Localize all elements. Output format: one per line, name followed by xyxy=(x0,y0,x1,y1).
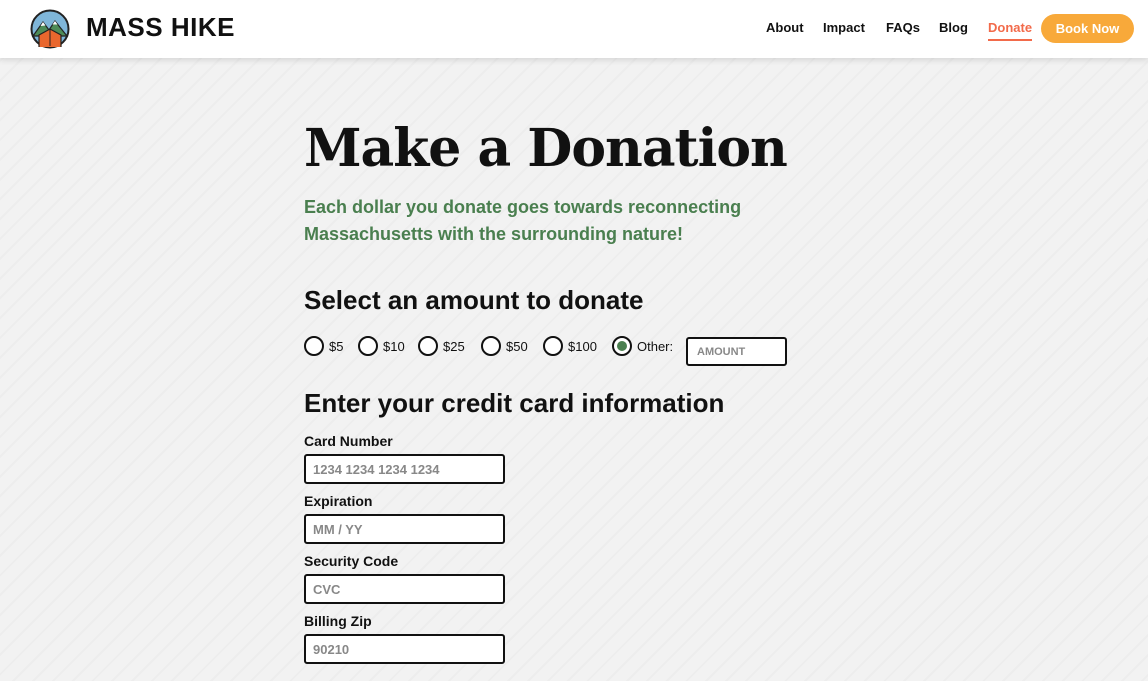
page-title: Make a Donation xyxy=(304,118,788,179)
radio-label: $100 xyxy=(568,338,597,354)
radio-button[interactable] xyxy=(358,336,378,356)
radio-label: Other: xyxy=(637,338,674,354)
security-code-input[interactable] xyxy=(304,574,505,604)
nav-impact[interactable]: Impact xyxy=(823,20,865,35)
radio-button-selected[interactable] xyxy=(612,336,632,356)
other-amount-input[interactable] xyxy=(686,337,787,366)
radio-button[interactable] xyxy=(481,336,501,356)
book-now-button[interactable]: Book Now xyxy=(1041,14,1134,43)
page-subtitle: Each dollar you donate goes towards reco… xyxy=(304,197,742,244)
billing-zip-input[interactable] xyxy=(304,634,505,664)
card-number-input[interactable] xyxy=(304,454,505,484)
radio-button[interactable] xyxy=(543,336,563,356)
security-code-label: Security Code xyxy=(304,553,399,569)
radio-label: $25 xyxy=(443,338,465,354)
nav-about[interactable]: About xyxy=(766,20,804,35)
card-number-label: Card Number xyxy=(304,433,393,449)
radio-selected-dot xyxy=(617,341,627,351)
radio-label: $10 xyxy=(383,338,405,354)
nav-donate[interactable]: Donate xyxy=(988,20,1033,41)
expiration-label: Expiration xyxy=(304,493,373,509)
brand-name[interactable]: MASS HIKE xyxy=(86,12,235,43)
radio-label: $5 xyxy=(329,338,344,354)
radio-5[interactable]: $5 xyxy=(304,336,343,356)
radio-50[interactable]: $50 xyxy=(481,336,528,356)
nav-faqs[interactable]: FAQs xyxy=(886,20,920,35)
radio-25[interactable]: $25 xyxy=(418,336,465,356)
mountain-logo-icon[interactable] xyxy=(30,9,70,49)
amount-heading: Select an amount to donate xyxy=(304,285,644,315)
expiration-input[interactable] xyxy=(304,514,505,544)
radio-100[interactable]: $100 xyxy=(543,336,597,356)
radio-label: $50 xyxy=(506,338,528,354)
radio-other[interactable]: Other: xyxy=(612,336,673,356)
radio-button[interactable] xyxy=(304,336,324,356)
card-heading: Enter your credit card information xyxy=(304,388,725,418)
nav-blog[interactable]: Blog xyxy=(939,20,968,35)
site-header: MASS HIKE About Impact FAQs Blog Donate … xyxy=(0,0,1148,58)
billing-zip-label: Billing Zip xyxy=(304,613,372,629)
radio-button[interactable] xyxy=(418,336,438,356)
radio-10[interactable]: $10 xyxy=(358,336,405,356)
